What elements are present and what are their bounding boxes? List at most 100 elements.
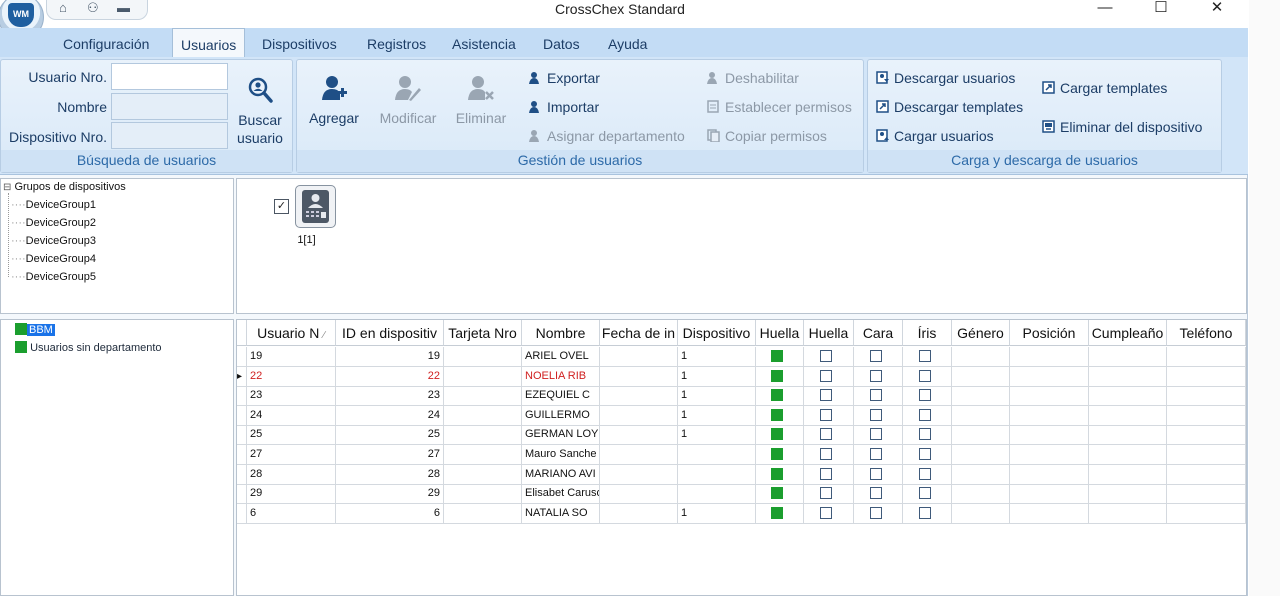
tree-item-devicegroup1[interactable]: ····DeviceGroup1 — [11, 199, 96, 211]
checkbox[interactable] — [820, 408, 832, 421]
cell-iris[interactable] — [903, 425, 952, 446]
checkbox[interactable] — [820, 506, 832, 519]
table-row[interactable]: 23 23 EZEQUIEL C 1 — [237, 386, 1246, 407]
cell-user-no[interactable]: 28 — [247, 464, 336, 485]
cell-user-no[interactable]: 25 — [247, 425, 336, 446]
col-name[interactable]: Nombre — [522, 320, 600, 346]
table-row[interactable]: 24 24 GUILLERMO 1 — [237, 405, 1246, 426]
cell-face[interactable] — [854, 405, 903, 426]
download-templates-button[interactable]: Descargar templates — [876, 99, 1023, 115]
cell-card-no[interactable] — [444, 425, 522, 446]
download-users-button[interactable]: Descargar usuarios — [876, 70, 1015, 86]
cell-birthday[interactable] — [1089, 405, 1167, 426]
checkbox[interactable] — [870, 448, 882, 460]
cell-device-id[interactable]: 24 — [336, 405, 444, 426]
row-header[interactable] — [237, 484, 247, 505]
cell-fingerprint-2[interactable] — [804, 464, 854, 485]
row-header[interactable]: ▸ — [237, 366, 247, 387]
cell-device-id[interactable]: 29 — [336, 484, 444, 505]
checkbox[interactable] — [820, 389, 832, 402]
cell-name[interactable]: EZEQUIEL C — [522, 386, 600, 407]
col-phone[interactable]: Teléfono — [1167, 320, 1246, 346]
cell-position[interactable] — [1010, 425, 1089, 446]
cell-start-date[interactable] — [600, 484, 678, 505]
checkbox[interactable] — [919, 467, 931, 480]
cell-fingerprint-1[interactable] — [756, 445, 804, 465]
device-no-input[interactable] — [111, 122, 228, 149]
cell-iris[interactable] — [903, 347, 952, 367]
user-icon[interactable]: ⚇ — [87, 0, 99, 16]
col-iris[interactable]: Íris — [903, 320, 952, 346]
cell-phone[interactable] — [1167, 405, 1246, 426]
upload-users-button[interactable]: Cargar usuarios — [876, 128, 994, 144]
row-header[interactable] — [237, 425, 247, 446]
upload-templates-button[interactable]: Cargar templates — [1042, 80, 1167, 96]
cell-birthday[interactable] — [1089, 386, 1167, 407]
cell-phone[interactable] — [1167, 464, 1246, 485]
table-row[interactable]: 25 25 GERMAN LOY 1 — [237, 425, 1246, 446]
dept-item-bbm[interactable]: BBM — [15, 323, 55, 336]
table-row[interactable]: ▸ 22 22 NOELIA RIB 1 — [237, 366, 1246, 387]
cell-gender[interactable] — [952, 366, 1010, 387]
cell-card-no[interactable] — [444, 366, 522, 387]
add-user-button[interactable]: Agregar — [305, 74, 363, 126]
checkbox[interactable] — [820, 350, 832, 362]
cell-user-no[interactable]: 23 — [247, 386, 336, 407]
tab-ayuda[interactable]: Ayuda — [608, 36, 647, 52]
table-row[interactable]: 27 27 Mauro Sanche — [237, 445, 1246, 465]
cell-name[interactable]: GUILLERMO — [522, 405, 600, 426]
col-birthday[interactable]: Cumpleaño — [1089, 320, 1167, 346]
cell-fingerprint-1[interactable] — [756, 405, 804, 426]
cell-position[interactable] — [1010, 386, 1089, 407]
table-row[interactable]: 28 28 MARIANO AVI — [237, 464, 1246, 485]
cell-user-no[interactable]: 19 — [247, 347, 336, 367]
cell-fingerprint-2[interactable] — [804, 484, 854, 505]
cell-start-date[interactable] — [600, 405, 678, 426]
cell-birthday[interactable] — [1089, 445, 1167, 465]
assign-department-button[interactable]: Asignar departamento — [529, 128, 685, 144]
cell-name[interactable]: ARIEL OVEL — [522, 347, 600, 367]
cell-iris[interactable] — [903, 464, 952, 485]
cell-device-id[interactable]: 25 — [336, 425, 444, 446]
cell-gender[interactable] — [952, 347, 1010, 367]
cell-device[interactable]: 1 — [678, 503, 756, 524]
cell-start-date[interactable] — [600, 347, 678, 367]
cell-birthday[interactable] — [1089, 503, 1167, 524]
cell-face[interactable] — [854, 484, 903, 505]
cell-face[interactable] — [854, 503, 903, 524]
cell-birthday[interactable] — [1089, 366, 1167, 387]
cell-face[interactable] — [854, 347, 903, 367]
cell-name[interactable]: Elisabet Caruso — [522, 484, 600, 505]
cell-fingerprint-1[interactable] — [756, 464, 804, 485]
col-gender[interactable]: Género — [952, 320, 1010, 346]
cell-position[interactable] — [1010, 464, 1089, 485]
maximize-button[interactable]: ☐ — [1138, 0, 1184, 18]
cell-gender[interactable] — [952, 386, 1010, 407]
disable-button[interactable]: Deshabilitar — [707, 70, 799, 86]
cell-name[interactable]: Mauro Sanche — [522, 445, 600, 465]
cell-phone[interactable] — [1167, 503, 1246, 524]
cell-fingerprint-1[interactable] — [756, 503, 804, 524]
cell-card-no[interactable] — [444, 503, 522, 524]
cell-name[interactable]: GERMAN LOY — [522, 425, 600, 446]
checkbox[interactable] — [870, 369, 882, 382]
cell-position[interactable] — [1010, 347, 1089, 367]
checkbox[interactable] — [919, 506, 931, 519]
table-row[interactable]: 6 6 NATALIA SO 1 — [237, 503, 1246, 524]
row-header[interactable] — [237, 405, 247, 426]
device-group-root[interactable]: ⊟ Grupos de dispositivos — [3, 181, 126, 193]
col-fingerprint-1[interactable]: Huella — [756, 320, 804, 346]
cell-device-id[interactable]: 27 — [336, 445, 444, 465]
cell-phone[interactable] — [1167, 347, 1246, 367]
cell-fingerprint-1[interactable] — [756, 366, 804, 387]
save-icon[interactable]: ▬ — [117, 0, 130, 15]
delete-user-button[interactable]: Eliminar — [451, 74, 511, 126]
cell-face[interactable] — [854, 386, 903, 407]
cell-device[interactable] — [678, 464, 756, 485]
cell-fingerprint-1[interactable] — [756, 425, 804, 446]
cell-user-no[interactable]: 24 — [247, 405, 336, 426]
table-row[interactable]: 19 19 ARIEL OVEL 1 — [237, 347, 1246, 367]
cell-phone[interactable] — [1167, 386, 1246, 407]
tree-item-devicegroup5[interactable]: ····DeviceGroup5 — [11, 271, 96, 283]
cell-card-no[interactable] — [444, 405, 522, 426]
